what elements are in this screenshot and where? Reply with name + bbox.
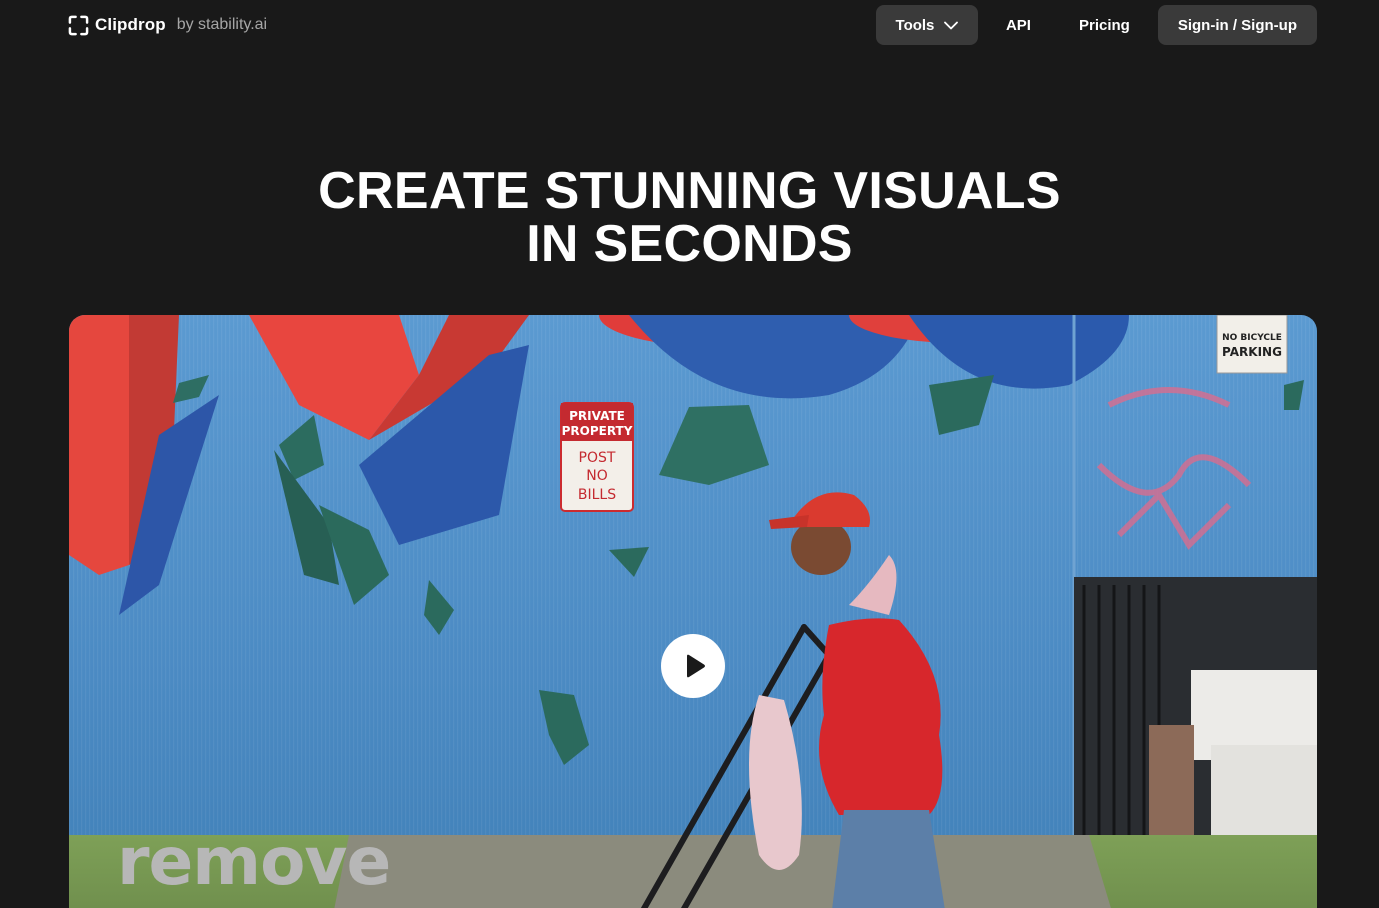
- clipdrop-logo-icon: [68, 15, 89, 35]
- play-icon: [687, 654, 705, 678]
- hero-title: CREATE STUNNING VISUALS IN SECONDS: [0, 165, 1379, 271]
- sign-private-text-2: PROPERTY: [562, 424, 633, 438]
- sign-bicycle-text-1: NO BICYCLE: [1222, 333, 1282, 343]
- sign-in-button[interactable]: Sign-in / Sign-up: [1157, 5, 1317, 45]
- hero-title-line-2: IN SECONDS: [526, 215, 853, 273]
- pricing-link[interactable]: Pricing: [1079, 17, 1130, 34]
- tools-label: Tools: [895, 16, 935, 34]
- chevron-down-icon: [944, 21, 959, 29]
- video-frame: PRIVATE PROPERTY POST NO BILLS NO BICYCL…: [69, 315, 1317, 908]
- api-link[interactable]: API: [1006, 17, 1031, 34]
- top-nav: Clipdrop by stability.ai Tools API Prici…: [0, 0, 1379, 50]
- hero-title-line-1: CREATE STUNNING VISUALS: [318, 162, 1061, 220]
- sign-no-text: NO: [586, 468, 608, 484]
- sign-post-text: POST: [579, 450, 616, 466]
- sign-bills-text: BILLS: [578, 487, 616, 503]
- brand-name: Clipdrop: [95, 15, 166, 34]
- sign-bicycle-text-2: PARKING: [1222, 345, 1282, 359]
- sign-private-text-1: PRIVATE: [569, 409, 625, 423]
- nav-actions: Tools API Pricing Sign-in / Sign-up: [875, 5, 1317, 45]
- clipdrop-logo[interactable]: Clipdrop by stability.ai: [68, 14, 267, 36]
- video-caption: remove: [117, 823, 391, 900]
- brand-subtitle: by stability.ai: [176, 16, 268, 33]
- play-button[interactable]: [661, 634, 725, 698]
- demo-video[interactable]: PRIVATE PROPERTY POST NO BILLS NO BICYCL…: [69, 315, 1317, 908]
- tools-dropdown-button[interactable]: Tools: [875, 5, 978, 45]
